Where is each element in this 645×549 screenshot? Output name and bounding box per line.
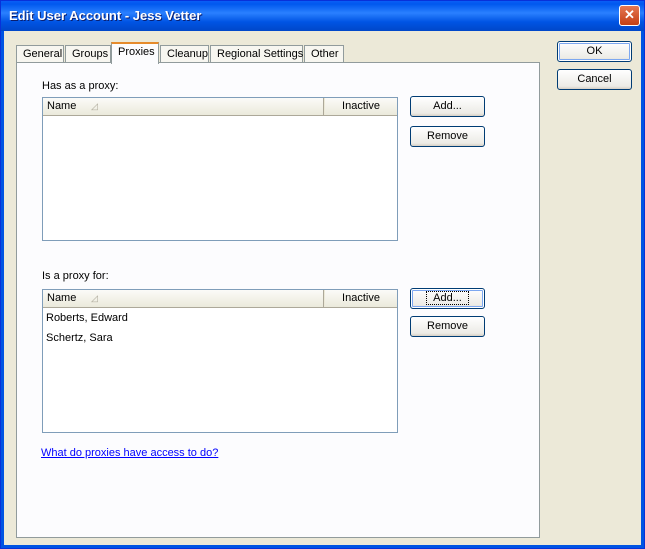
sort-ascending-icon: ◿ xyxy=(91,293,98,303)
edit-user-account-window: Edit User Account - Jess Vetter ✕ Genera… xyxy=(0,0,645,549)
column-header-label: Name xyxy=(47,100,77,112)
button-label: Remove xyxy=(427,130,468,142)
tab-label: Cleanup xyxy=(167,48,208,60)
close-button[interactable]: ✕ xyxy=(619,5,640,26)
close-icon: ✕ xyxy=(624,7,635,22)
window-title: Edit User Account - Jess Vetter xyxy=(9,8,202,23)
has-proxy-remove-button[interactable]: Remove xyxy=(410,126,485,147)
button-label: Remove xyxy=(427,320,468,332)
is-proxy-for-list[interactable]: Name ◿ Inactive Roberts, Edward Schertz,… xyxy=(42,289,398,433)
tab-label: Groups xyxy=(72,48,109,60)
proxy-name: Roberts, Edward xyxy=(46,312,128,324)
button-label: Add... xyxy=(426,291,469,305)
proxy-name: Schertz, Sara xyxy=(46,332,113,344)
proxies-help-link[interactable]: What do proxies have access to do? xyxy=(41,447,218,459)
is-proxy-for-add-button[interactable]: Add... xyxy=(410,288,485,309)
column-header-label: Name xyxy=(47,292,77,304)
tab-cleanup[interactable]: Cleanup xyxy=(160,45,209,63)
tab-label: General xyxy=(23,48,63,60)
tab-groups[interactable]: Groups xyxy=(65,45,111,63)
column-header-inactive[interactable]: Inactive xyxy=(325,98,397,115)
tab-other[interactable]: Other xyxy=(304,45,344,63)
is-proxy-for-list-header: Name ◿ Inactive xyxy=(43,290,397,308)
button-label: Cancel xyxy=(577,73,612,85)
cancel-button[interactable]: Cancel xyxy=(557,69,632,90)
tab-general[interactable]: General xyxy=(16,45,64,63)
window-frame-left xyxy=(1,31,4,548)
window-frame-right xyxy=(641,31,644,548)
column-header-name[interactable]: Name ◿ xyxy=(43,98,324,115)
sort-ascending-icon: ◿ xyxy=(91,101,98,111)
column-header-label: Inactive xyxy=(342,100,380,112)
is-proxy-for-label: Is a proxy for: xyxy=(42,270,109,282)
list-item[interactable]: Schertz, Sara xyxy=(46,332,113,344)
column-header-inactive[interactable]: Inactive xyxy=(325,290,397,307)
is-proxy-for-remove-button[interactable]: Remove xyxy=(410,316,485,337)
title-bar[interactable]: Edit User Account - Jess Vetter ✕ xyxy=(1,1,644,31)
tab-label: Other xyxy=(311,48,339,60)
has-proxy-list[interactable]: Name ◿ Inactive xyxy=(42,97,398,241)
column-header-label: Inactive xyxy=(342,292,380,304)
list-item[interactable]: Roberts, Edward xyxy=(46,312,128,324)
button-label: Add... xyxy=(433,100,462,112)
button-label: OK xyxy=(586,45,603,57)
tab-proxies[interactable]: Proxies xyxy=(111,42,159,64)
tab-label: Proxies xyxy=(118,46,155,58)
has-proxy-label: Has as a proxy: xyxy=(42,80,119,92)
tab-regional-settings[interactable]: Regional Settings xyxy=(210,45,303,63)
ok-button[interactable]: OK xyxy=(557,41,632,62)
column-header-name[interactable]: Name ◿ xyxy=(43,290,324,307)
has-proxy-list-header: Name ◿ Inactive xyxy=(43,98,397,116)
window-frame-bottom xyxy=(1,545,644,548)
has-proxy-add-button[interactable]: Add... xyxy=(410,96,485,117)
tab-label: Regional Settings xyxy=(217,48,304,60)
